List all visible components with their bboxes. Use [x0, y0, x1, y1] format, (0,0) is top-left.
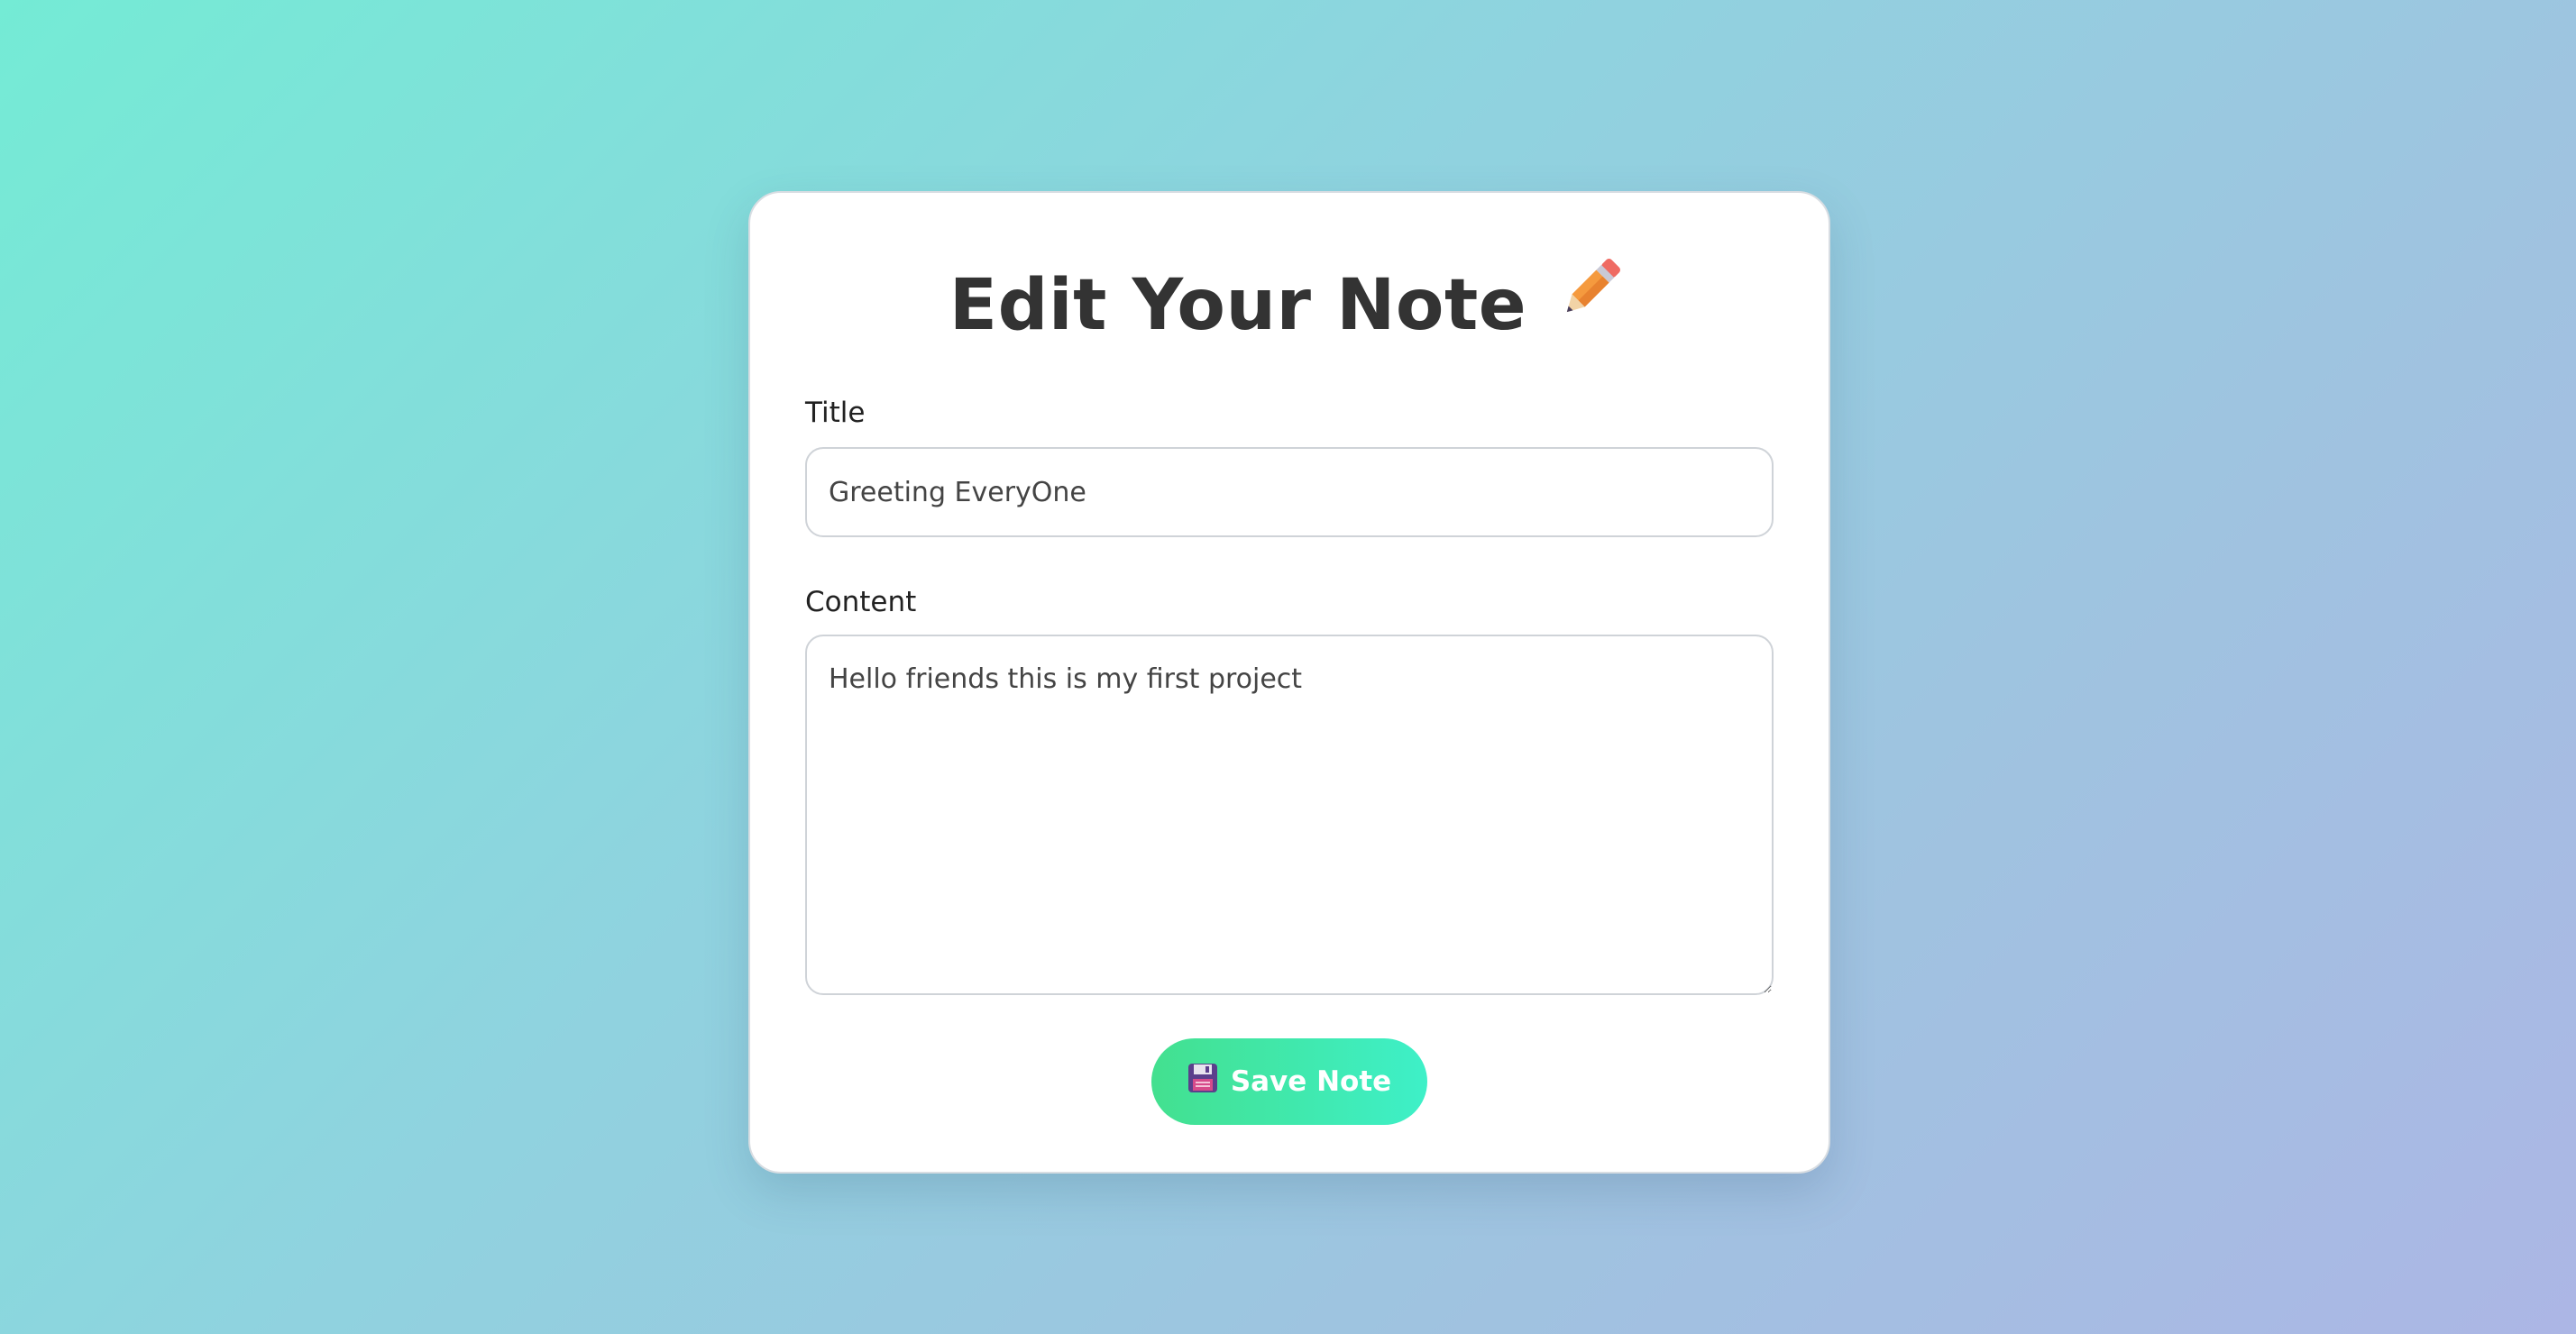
page-title-row: Edit Your Note	[805, 193, 1774, 364]
edit-note-card: Edit Your Note Title Content Hello frien…	[748, 191, 1830, 1174]
save-note-label: Save Note	[1230, 1065, 1392, 1098]
content-textarea[interactable]: Hello friends this is my first project	[805, 635, 1774, 995]
page-title: Edit Your Note	[949, 265, 1527, 346]
floppy-disk-icon	[1187, 1063, 1218, 1101]
content-label: Content	[805, 586, 917, 618]
pencil-icon	[1552, 245, 1629, 362]
save-note-button[interactable]: Save Note	[1151, 1038, 1427, 1125]
title-label: Title	[805, 397, 866, 429]
title-input[interactable]	[805, 447, 1774, 537]
button-row: Save Note	[805, 1038, 1774, 1125]
